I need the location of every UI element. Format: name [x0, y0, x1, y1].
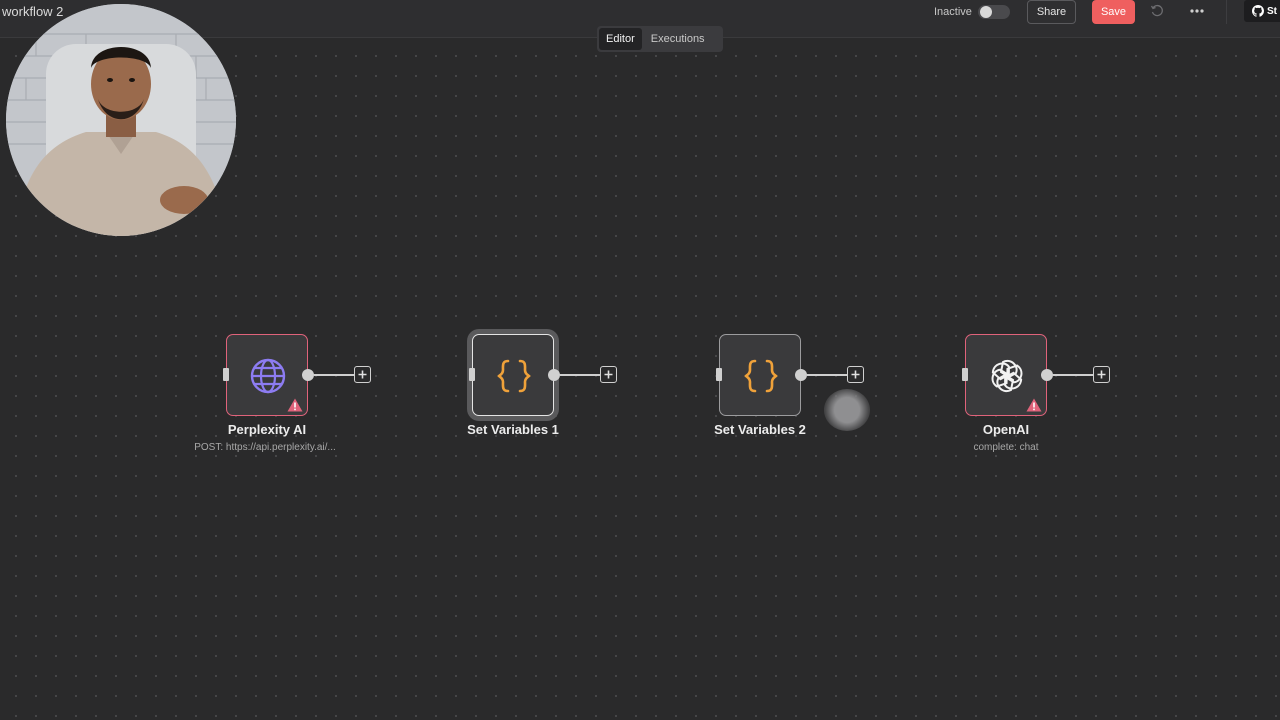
node-subtitle: complete: chat [973, 442, 1039, 453]
plus-icon [851, 370, 860, 379]
node-subtitle: POST: https://api.perplexity.ai/... [194, 442, 336, 453]
add-node-button[interactable] [354, 366, 371, 383]
globe-icon [250, 358, 286, 394]
more-options-icon[interactable] [1188, 4, 1206, 18]
openai-icon [991, 360, 1023, 392]
input-port[interactable] [716, 368, 722, 381]
input-port[interactable] [962, 368, 968, 381]
tab-editor[interactable]: Editor [599, 28, 642, 50]
header-divider [1226, 0, 1227, 24]
active-state-label: Inactive [934, 6, 972, 18]
output-port[interactable] [302, 369, 314, 381]
github-star-button[interactable]: St [1244, 0, 1280, 22]
add-node-button[interactable] [847, 366, 864, 383]
output-connector [1053, 374, 1093, 376]
node-name: Perplexity AI [227, 422, 307, 437]
output-port[interactable] [795, 369, 807, 381]
warning-icon[interactable] [1026, 398, 1042, 412]
plus-icon [358, 370, 367, 379]
view-tabs: Editor Executions [597, 26, 723, 52]
share-button[interactable]: Share [1027, 0, 1076, 24]
add-node-button[interactable] [600, 366, 617, 383]
node-openai[interactable] [965, 334, 1047, 416]
braces-icon [497, 359, 531, 393]
warning-icon[interactable] [287, 398, 303, 412]
node-set-variables-2[interactable] [719, 334, 801, 416]
history-icon[interactable] [1150, 4, 1164, 18]
tab-executions[interactable]: Executions [644, 28, 712, 50]
presenter-video [6, 4, 236, 236]
output-connector [807, 374, 847, 376]
node-perplexity-ai[interactable] [226, 334, 308, 416]
node-set-variables-1[interactable] [472, 334, 554, 416]
node-name: Set Variables 1 [467, 422, 559, 437]
output-connector [314, 374, 354, 376]
node-name: OpenAI [982, 422, 1030, 437]
cursor-highlight [824, 389, 870, 431]
toggle-knob [980, 6, 992, 18]
github-label: St [1267, 5, 1277, 17]
braces-icon [744, 359, 778, 393]
github-icon [1252, 5, 1264, 17]
output-port[interactable] [1041, 369, 1053, 381]
active-toggle[interactable] [978, 5, 1010, 19]
webcam-overlay [6, 4, 236, 236]
save-button[interactable]: Save [1092, 0, 1135, 24]
workflow-title[interactable]: workflow 2 [2, 4, 63, 19]
output-connector [560, 374, 600, 376]
plus-icon [1097, 370, 1106, 379]
plus-icon [604, 370, 613, 379]
input-port[interactable] [223, 368, 229, 381]
add-node-button[interactable] [1093, 366, 1110, 383]
input-port[interactable] [469, 368, 475, 381]
output-port[interactable] [548, 369, 560, 381]
